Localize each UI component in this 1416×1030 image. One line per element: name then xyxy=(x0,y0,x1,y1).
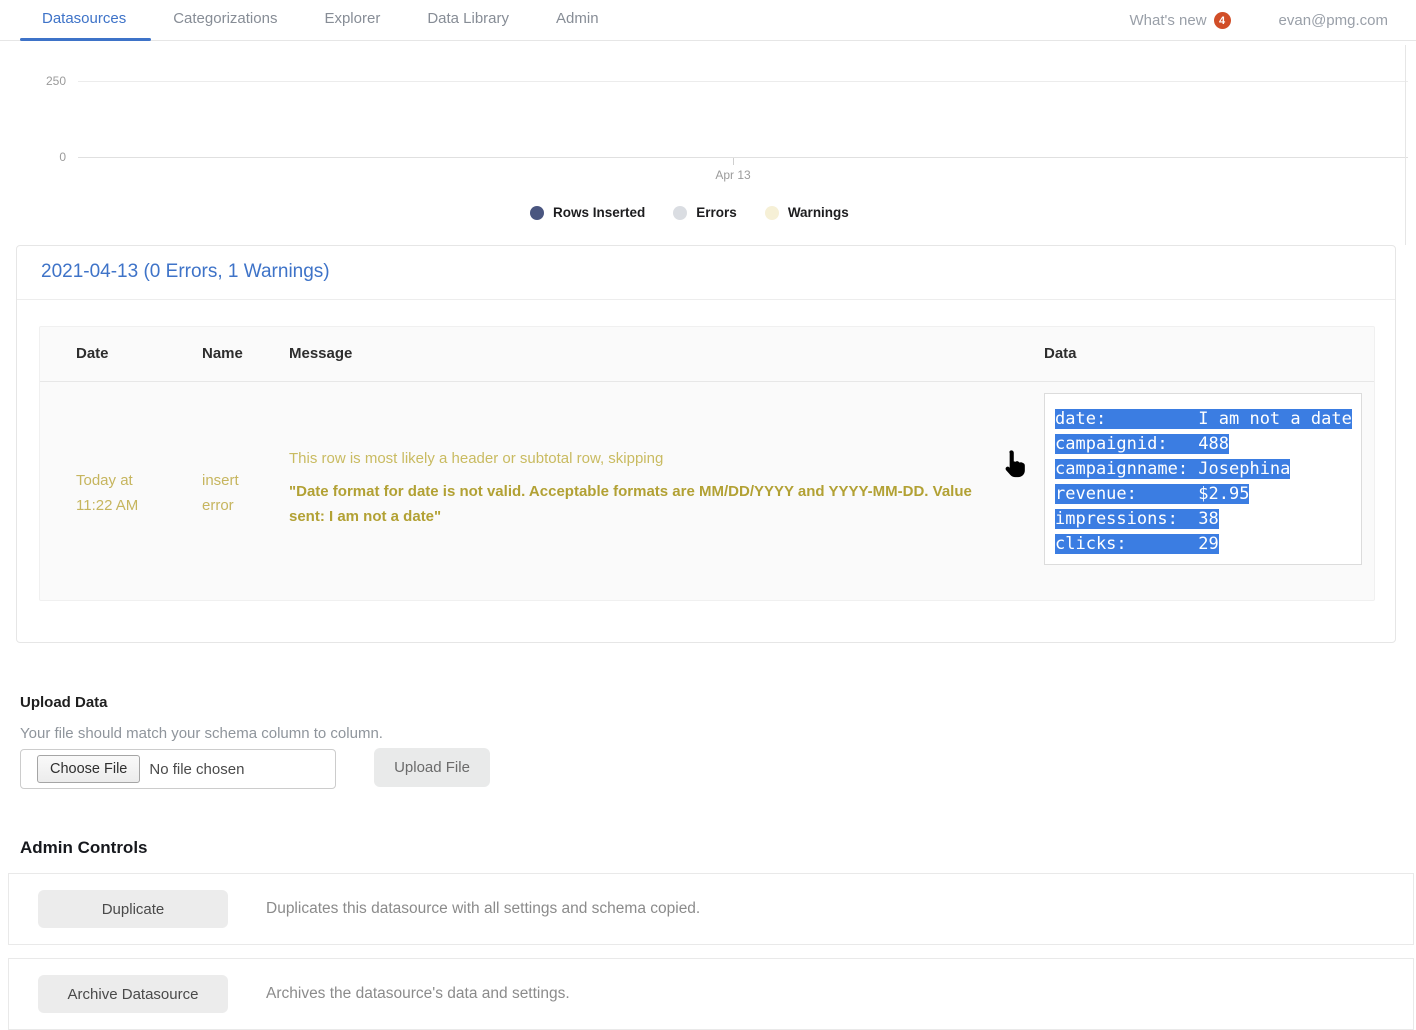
warnings-dot-icon xyxy=(765,206,779,220)
file-chosen-status: No file chosen xyxy=(149,761,244,778)
admin-control-archive-row: Archive Datasource Archives the datasour… xyxy=(8,958,1414,1030)
choose-file-button[interactable]: Choose File xyxy=(37,755,140,783)
nav-right: What's new 4 evan@pmg.com xyxy=(1129,0,1388,41)
row-data-selected-text[interactable]: date: I am not a date campaignid: 488 ca… xyxy=(1045,394,1361,557)
log-table-header: Date Name Message Data xyxy=(40,327,1374,382)
name-line: error xyxy=(202,493,239,518)
y-axis-tick-250: 250 xyxy=(0,74,66,88)
legend-label: Errors xyxy=(696,205,737,220)
legend-item-warnings[interactable]: Warnings xyxy=(765,205,849,220)
date-line: Today at xyxy=(76,468,138,493)
column-header-data: Data xyxy=(1044,345,1077,362)
file-input[interactable]: Choose File No file chosen xyxy=(20,749,336,789)
admin-controls-title: Admin Controls xyxy=(20,838,148,858)
ingestion-chart: 250 0 Apr 13 Rows Inserted Errors Warnin… xyxy=(0,41,1416,241)
column-header-message: Message xyxy=(289,345,352,362)
warning-message-detail: "Date format for date is not valid. Acce… xyxy=(289,479,989,529)
data-line: campaignname: Josephina xyxy=(1055,459,1290,479)
tab-categorizations[interactable]: Categorizations xyxy=(173,0,277,41)
notification-badge: 4 xyxy=(1214,12,1231,29)
date-line: 11:22 AM xyxy=(76,493,138,518)
cell-name: insert error xyxy=(202,468,239,518)
data-line: campaignid: 488 xyxy=(1055,434,1229,454)
tab-datasources[interactable]: Datasources xyxy=(42,0,126,41)
nav-tabs: Datasources Categorizations Explorer Dat… xyxy=(0,0,599,41)
y-axis-tick-0: 0 xyxy=(0,150,66,164)
chart-legend: Rows Inserted Errors Warnings xyxy=(530,205,849,220)
upload-data-title: Upload Data xyxy=(20,694,108,711)
upload-data-subtitle: Your file should match your schema colum… xyxy=(20,725,383,742)
warning-message-summary: This row is most likely a header or subt… xyxy=(289,450,989,467)
cell-message: This row is most likely a header or subt… xyxy=(289,450,989,529)
cell-data-block[interactable]: date: I am not a date campaignid: 488 ca… xyxy=(1044,393,1362,565)
x-axis-line xyxy=(78,157,1408,158)
column-header-name: Name xyxy=(202,345,243,362)
user-email[interactable]: evan@pmg.com xyxy=(1279,12,1388,29)
legend-item-rows-inserted[interactable]: Rows Inserted xyxy=(530,205,645,220)
data-line: date: I am not a date xyxy=(1055,409,1352,429)
gridline-250 xyxy=(78,81,1408,82)
top-nav: Datasources Categorizations Explorer Dat… xyxy=(0,0,1416,41)
archive-datasource-button[interactable]: Archive Datasource xyxy=(38,975,228,1013)
cell-date: Today at 11:22 AM xyxy=(76,468,138,518)
name-line: insert xyxy=(202,468,239,493)
rows-inserted-dot-icon xyxy=(530,206,544,220)
log-table: Date Name Message Data Today at 11:22 AM… xyxy=(39,326,1375,601)
data-line: clicks: 29 xyxy=(1055,534,1219,554)
column-header-date: Date xyxy=(76,345,109,362)
table-row: Today at 11:22 AM insert error This row … xyxy=(40,382,1374,600)
duplicate-description: Duplicates this datasource with all sett… xyxy=(266,900,700,918)
upload-file-button[interactable]: Upload File xyxy=(374,748,490,787)
tab-explorer[interactable]: Explorer xyxy=(324,0,380,41)
tab-data-library[interactable]: Data Library xyxy=(427,0,509,41)
legend-label: Rows Inserted xyxy=(553,205,645,220)
whats-new-link[interactable]: What's new 4 xyxy=(1129,12,1230,29)
log-panel-title[interactable]: 2021-04-13 (0 Errors, 1 Warnings) xyxy=(17,246,1395,300)
daily-log-panel: 2021-04-13 (0 Errors, 1 Warnings) Date N… xyxy=(16,245,1396,643)
scrollbar-track[interactable] xyxy=(1405,45,1406,245)
data-line: impressions: 38 xyxy=(1055,509,1219,529)
admin-control-duplicate-row: Duplicate Duplicates this datasource wit… xyxy=(8,873,1414,945)
legend-label: Warnings xyxy=(788,205,849,220)
errors-dot-icon xyxy=(673,206,687,220)
whats-new-label: What's new xyxy=(1129,12,1206,29)
duplicate-button[interactable]: Duplicate xyxy=(38,890,228,928)
x-axis-tick-mark xyxy=(733,158,734,165)
archive-description: Archives the datasource's data and setti… xyxy=(266,985,570,1003)
data-line: revenue: $2.95 xyxy=(1055,484,1249,504)
legend-item-errors[interactable]: Errors xyxy=(673,205,737,220)
x-axis-tick-label: Apr 13 xyxy=(693,168,773,182)
tab-admin[interactable]: Admin xyxy=(556,0,599,41)
